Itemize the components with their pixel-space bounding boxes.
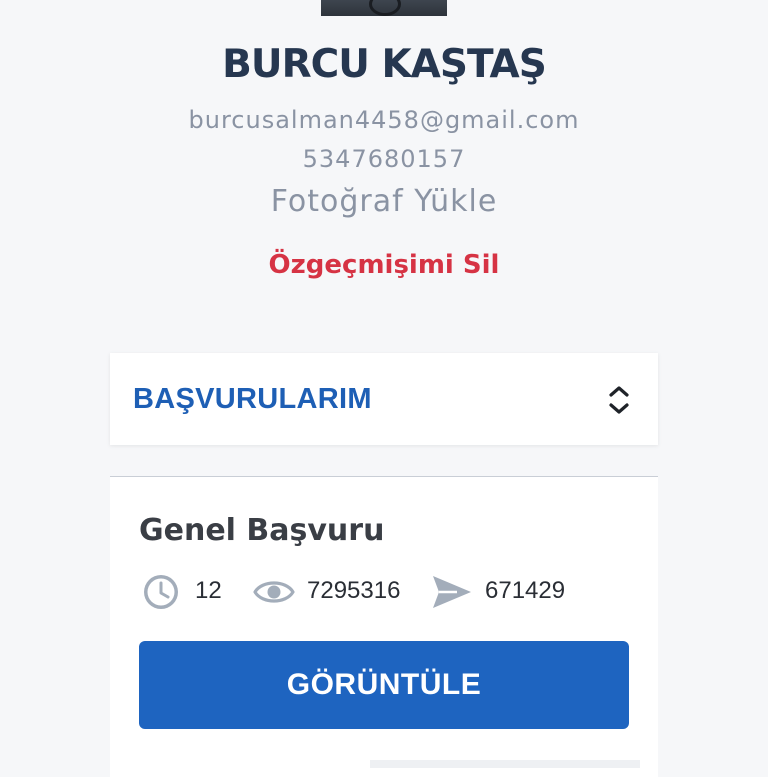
chevron-up-down-icon[interactable] bbox=[599, 380, 639, 420]
view-button-label: GÖRÜNTÜLE bbox=[286, 668, 482, 701]
clock-icon bbox=[144, 575, 178, 609]
view-application-button[interactable]: GÖRÜNTÜLE bbox=[139, 641, 629, 729]
send-icon bbox=[433, 576, 471, 608]
next-card-peek bbox=[370, 760, 640, 768]
profile-avatar[interactable] bbox=[321, 0, 447, 16]
application-title: Genel Başvuru bbox=[139, 513, 385, 548]
days-count: 12 bbox=[195, 577, 222, 604]
delete-cv-link[interactable]: Özgeçmişimi Sil bbox=[0, 250, 768, 280]
views-count: 7295316 bbox=[307, 577, 401, 604]
profile-phone: 5347680157 bbox=[302, 145, 466, 173]
applications-count: 671429 bbox=[485, 577, 566, 604]
upload-photo-link[interactable]: Fotoğraf Yükle bbox=[0, 184, 768, 219]
profile-name: BURCU KAŞTAŞ bbox=[222, 42, 547, 87]
eye-icon bbox=[253, 581, 295, 603]
applications-section-title: BAŞVURULARIM bbox=[133, 383, 372, 415]
applications-accordion-header[interactable]: BAŞVURULARIM bbox=[110, 353, 658, 445]
profile-email: burcusalman4458@gmail.com bbox=[188, 106, 580, 134]
